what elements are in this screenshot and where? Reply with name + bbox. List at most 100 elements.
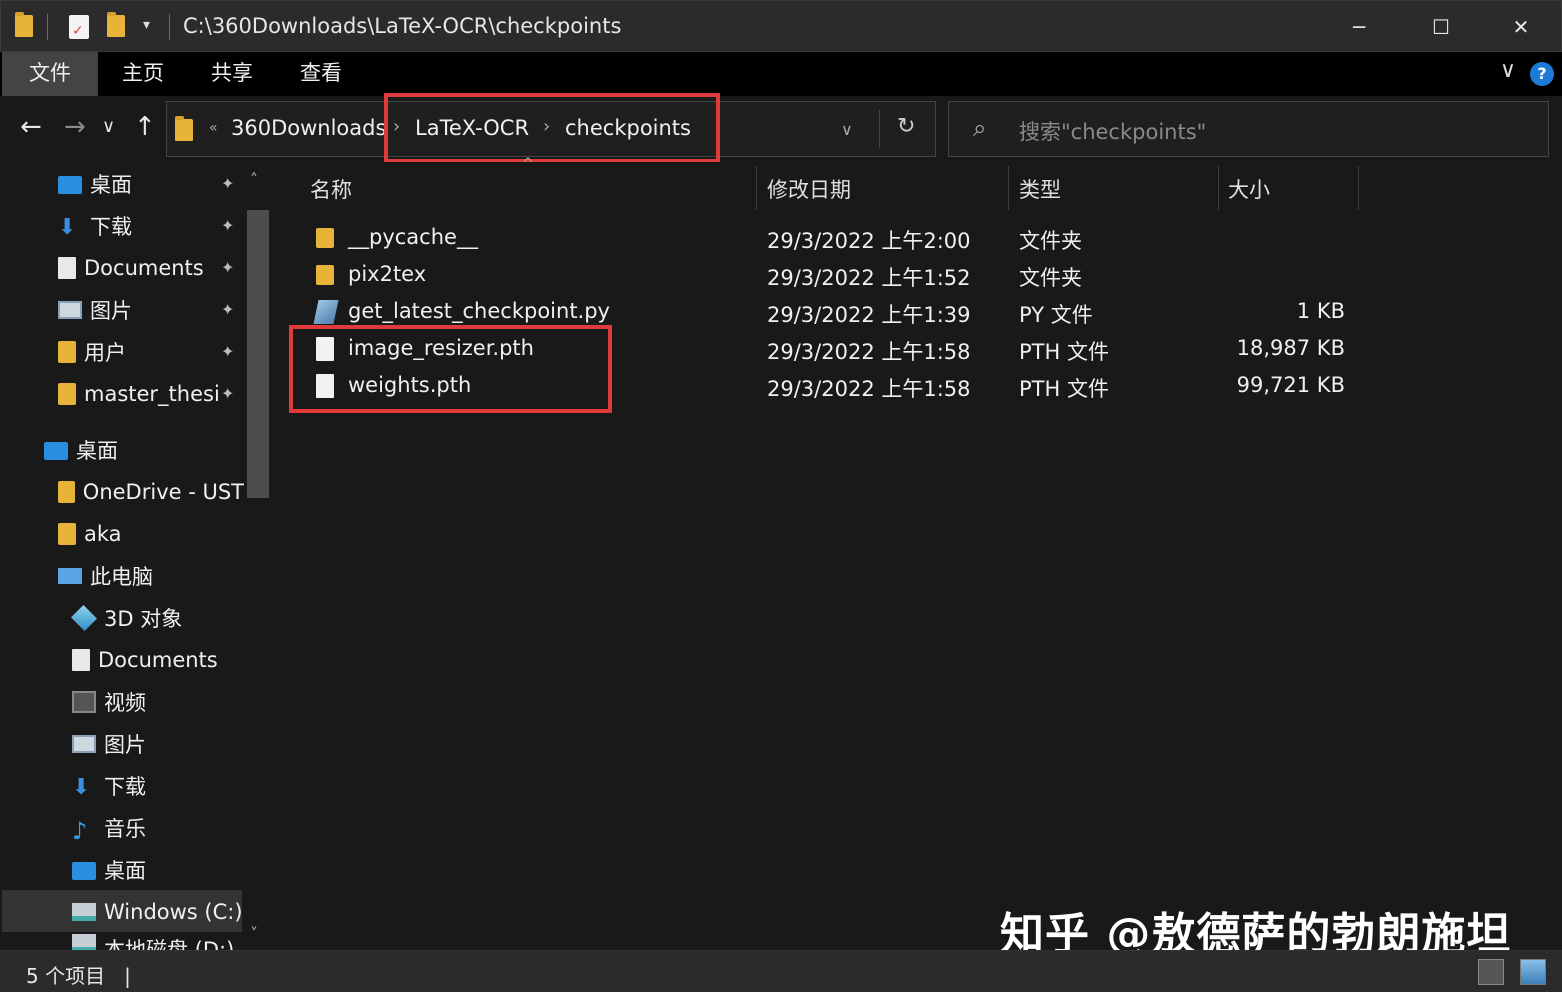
nav-user-aka[interactable]: aka bbox=[58, 514, 122, 554]
drive-icon bbox=[72, 934, 96, 950]
nav-pictures[interactable]: 图片 bbox=[72, 724, 146, 764]
pin-icon: ✦ bbox=[221, 384, 234, 403]
help-icon[interactable]: ? bbox=[1530, 62, 1554, 86]
file-name: get_latest_checkpoint.py bbox=[348, 299, 610, 323]
file-size: 18,987 KB bbox=[1174, 336, 1345, 360]
file-type: PTH 文件 bbox=[1019, 373, 1109, 403]
3d-objects-icon bbox=[71, 605, 97, 631]
document-icon bbox=[72, 649, 90, 671]
folder-icon bbox=[58, 481, 75, 503]
tab-file[interactable]: 文件 bbox=[2, 52, 98, 96]
column-name[interactable]: 名称 bbox=[310, 170, 352, 210]
ribbon-tabs: 文件 主页 共享 查看 ∨ ? bbox=[0, 52, 1562, 96]
file-date: 29/3/2022 上午1:58 bbox=[767, 336, 971, 366]
file-date: 29/3/2022 上午1:58 bbox=[767, 373, 971, 403]
nav-documents[interactable]: Documents bbox=[72, 640, 218, 680]
nav-quick-pictures[interactable]: 图片 bbox=[58, 290, 132, 330]
folder-icon bbox=[58, 383, 76, 405]
nav-drive-c[interactable]: Windows (C:) bbox=[72, 892, 243, 932]
nav-3d-objects[interactable]: 3D 对象 bbox=[72, 598, 182, 638]
close-button[interactable]: ✕ bbox=[1491, 9, 1551, 45]
nav-desktop[interactable]: 桌面 bbox=[44, 430, 118, 470]
folder-icon bbox=[175, 119, 193, 141]
up-button[interactable]: ↑ bbox=[134, 112, 156, 142]
document-icon bbox=[58, 257, 76, 279]
nav-music[interactable]: ♪音乐 bbox=[72, 808, 146, 848]
details-view-icon[interactable] bbox=[1478, 959, 1504, 985]
highlight-box-path bbox=[384, 93, 720, 163]
tab-share[interactable]: 共享 bbox=[181, 52, 283, 96]
file-row-pix2tex[interactable]: pix2tex 29/3/2022 上午1:52 文件夹 bbox=[304, 257, 1354, 294]
new-folder-icon[interactable] bbox=[107, 15, 125, 37]
nav-desktop-pc[interactable]: 桌面 bbox=[72, 850, 146, 890]
nav-quick-documents[interactable]: Documents bbox=[58, 248, 204, 288]
scroll-up-icon[interactable]: ˄ bbox=[250, 170, 258, 189]
file-date: 29/3/2022 上午1:52 bbox=[767, 262, 971, 292]
file-row-pycache[interactable]: __pycache__ 29/3/2022 上午2:00 文件夹 bbox=[304, 220, 1354, 257]
nav-downloads[interactable]: ⬇下载 bbox=[72, 766, 146, 806]
nav-quick-desktop[interactable]: 桌面 bbox=[58, 164, 132, 204]
breadcrumb-360downloads[interactable]: 360Downloads bbox=[231, 116, 386, 140]
refresh-icon[interactable]: ↻ bbox=[897, 114, 915, 139]
maximize-button[interactable]: ☐ bbox=[1411, 9, 1471, 45]
tab-view[interactable]: 查看 bbox=[270, 52, 372, 96]
forward-button[interactable]: → bbox=[64, 112, 86, 142]
file-date: 29/3/2022 上午2:00 bbox=[767, 225, 971, 255]
folder-icon bbox=[316, 265, 334, 285]
address-row: ← → ∨ ↑ « 360Downloads › LaTeX-OCR › che… bbox=[0, 96, 1562, 162]
nav-this-pc[interactable]: 此电脑 bbox=[58, 556, 153, 596]
minimize-button[interactable]: ─ bbox=[1329, 9, 1389, 45]
folder-icon bbox=[58, 341, 76, 363]
navigation-pane: 桌面 ✦ ⬇下载 ✦ Documents ✦ 图片 ✦ 用户 ✦ master_… bbox=[0, 162, 276, 950]
expand-ribbon-icon[interactable]: ∨ bbox=[1500, 58, 1516, 83]
column-date-modified[interactable]: 修改日期 bbox=[767, 170, 851, 210]
folder-icon bbox=[15, 15, 33, 37]
column-separator[interactable] bbox=[756, 166, 757, 210]
search-placeholder: 搜索"checkpoints" bbox=[1019, 116, 1206, 146]
overflow-icon[interactable]: « bbox=[209, 120, 218, 136]
back-button[interactable]: ← bbox=[20, 112, 42, 142]
column-separator[interactable] bbox=[1358, 166, 1359, 210]
download-icon: ⬇ bbox=[72, 775, 96, 797]
customize-quick-access-icon[interactable]: ▾ bbox=[143, 17, 150, 33]
file-type: PY 文件 bbox=[1019, 299, 1093, 329]
file-type: 文件夹 bbox=[1019, 225, 1082, 255]
folder-icon bbox=[316, 228, 334, 248]
pin-icon: ✦ bbox=[221, 216, 234, 235]
pin-icon: ✦ bbox=[221, 174, 234, 193]
file-size: 1 KB bbox=[1174, 299, 1345, 323]
search-input[interactable]: ⌕ 搜索"checkpoints" bbox=[948, 101, 1549, 157]
window-title: C:\360Downloads\LaTeX-OCR\checkpoints bbox=[183, 14, 621, 38]
file-list-pane: ^ 名称 修改日期 类型 大小 __pycache__ 29/3/2022 上午… bbox=[276, 162, 1562, 950]
search-icon: ⌕ bbox=[973, 114, 986, 142]
highlight-box-pth-files bbox=[289, 325, 612, 413]
nav-drive-d[interactable]: 本地磁盘 (D:) bbox=[72, 934, 234, 950]
desktop-icon bbox=[44, 442, 68, 460]
drive-icon bbox=[72, 903, 96, 921]
nav-quick-users[interactable]: 用户 bbox=[58, 332, 126, 372]
file-name: __pycache__ bbox=[348, 225, 478, 249]
column-separator[interactable] bbox=[1008, 166, 1009, 210]
computer-icon bbox=[58, 568, 82, 584]
download-icon: ⬇ bbox=[58, 215, 82, 237]
column-type[interactable]: 类型 bbox=[1019, 170, 1061, 210]
sort-ascending-icon: ^ bbox=[522, 156, 534, 172]
large-icons-view-icon[interactable] bbox=[1520, 959, 1546, 985]
file-type: PTH 文件 bbox=[1019, 336, 1109, 366]
nav-onedrive[interactable]: OneDrive - UST bbox=[58, 472, 244, 512]
column-size[interactable]: 大小 bbox=[1228, 170, 1270, 210]
nav-quick-master-thesis[interactable]: master_thesi bbox=[58, 374, 226, 414]
nav-videos[interactable]: 视频 bbox=[72, 682, 146, 722]
scroll-down-icon[interactable]: ˅ bbox=[250, 924, 258, 943]
nav-scrollbar-thumb[interactable] bbox=[247, 210, 269, 498]
column-separator[interactable] bbox=[1218, 166, 1219, 210]
status-bar: 5 个项目 | bbox=[0, 950, 1562, 992]
checkmark-icon: ✓ bbox=[72, 23, 84, 39]
tab-home[interactable]: 主页 bbox=[92, 52, 194, 96]
address-dropdown-icon[interactable]: ∨ bbox=[841, 120, 853, 139]
recent-locations-button[interactable]: ∨ bbox=[102, 116, 115, 137]
file-date: 29/3/2022 上午1:39 bbox=[767, 299, 971, 329]
python-file-icon bbox=[313, 300, 338, 324]
item-count: 5 个项目 | bbox=[26, 960, 131, 989]
nav-quick-downloads[interactable]: ⬇下载 bbox=[58, 206, 132, 246]
